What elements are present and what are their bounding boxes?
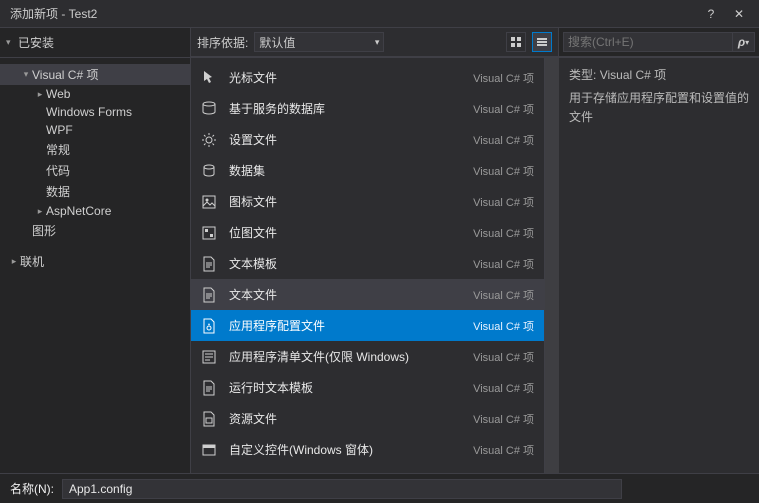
template-lang: Visual C# 项 xyxy=(473,411,534,427)
template-label: 运行时文本模板 xyxy=(229,379,473,396)
chevron-right-icon: ▸ xyxy=(34,89,46,100)
template-item[interactable]: 应用程序配置文件Visual C# 项 xyxy=(191,310,544,341)
template-lang: Visual C# 项 xyxy=(473,256,534,272)
description-text: 用于存储应用程序配置和设置值的文件 xyxy=(569,89,749,127)
tree-item-label: 图形 xyxy=(32,222,56,239)
template-item[interactable]: 文本模板Visual C# 项 xyxy=(191,248,544,279)
control-icon xyxy=(197,438,221,462)
template-list: 光标文件Visual C# 项基于服务的数据库Visual C# 项设置文件Vi… xyxy=(191,58,544,473)
gear-icon xyxy=(197,128,221,152)
tree-item[interactable]: ▾Visual C# 项 xyxy=(0,64,190,85)
bitmap-icon xyxy=(197,221,221,245)
online-node[interactable]: ▸ 联机 xyxy=(0,251,190,272)
tree-item[interactable]: 代码 xyxy=(0,160,190,181)
template-item[interactable]: 文本文件Visual C# 项 xyxy=(191,279,544,310)
template-lang: Visual C# 项 xyxy=(473,287,534,303)
tree-item-label: Windows Forms xyxy=(46,105,132,119)
sort-label: 排序依据: xyxy=(197,34,248,51)
search-button[interactable]: ρ▾ xyxy=(733,32,755,52)
template-lang: Visual C# 项 xyxy=(473,225,534,241)
template-label: 应用程序清单文件(仅限 Windows) xyxy=(229,348,473,365)
template-lang: Visual C# 项 xyxy=(473,163,534,179)
scrollbar[interactable] xyxy=(545,58,559,473)
tree-item[interactable]: ▸Web xyxy=(0,85,190,103)
template-item[interactable]: 光标文件Visual C# 项 xyxy=(191,62,544,93)
template-lang: Visual C# 项 xyxy=(473,101,534,117)
help-button[interactable]: ? xyxy=(697,4,725,24)
template-label: 文本文件 xyxy=(229,286,473,303)
category-tree: ▾Visual C# 项▸WebWindows FormsWPF常规代码数据▸A… xyxy=(0,58,190,473)
template-lang: Visual C# 项 xyxy=(473,194,534,210)
chevron-right-icon: ▸ xyxy=(8,256,20,267)
resource-icon xyxy=(197,407,221,431)
tree-item[interactable]: ▸AspNetCore xyxy=(0,202,190,220)
template-item[interactable]: 图标文件Visual C# 项 xyxy=(191,186,544,217)
type-label: 类型: xyxy=(569,68,596,82)
chevron-down-icon: ▾ xyxy=(6,37,18,48)
detail-panel: 类型: Visual C# 项 用于存储应用程序配置和设置值的文件 xyxy=(559,58,759,473)
view-grid-button[interactable] xyxy=(506,32,526,52)
chevron-right-icon: ▸ xyxy=(34,206,46,217)
sort-dropdown[interactable]: 默认值 ▾ xyxy=(254,32,384,52)
template-item[interactable]: 设置文件Visual C# 项 xyxy=(191,124,544,155)
doc-icon xyxy=(197,252,221,276)
template-label: 数据集 xyxy=(229,162,473,179)
window-title: 添加新项 - Test2 xyxy=(10,5,697,22)
template-label: 文本模板 xyxy=(229,255,473,272)
template-lang: Visual C# 项 xyxy=(473,380,534,396)
template-lang: Visual C# 项 xyxy=(473,318,534,334)
template-label: 资源文件 xyxy=(229,410,473,427)
tree-item-label: AspNetCore xyxy=(46,204,111,218)
tree-item-label: 代码 xyxy=(46,162,70,179)
template-label: 应用程序配置文件 xyxy=(229,317,473,334)
config-icon xyxy=(197,314,221,338)
template-lang: Visual C# 项 xyxy=(473,349,534,365)
tree-item[interactable]: WPF xyxy=(0,121,190,139)
template-lang: Visual C# 项 xyxy=(473,132,534,148)
search-icon: ρ xyxy=(738,35,745,49)
template-item[interactable]: 位图文件Visual C# 项 xyxy=(191,217,544,248)
template-lang: Visual C# 项 xyxy=(473,70,534,86)
template-item[interactable]: 运行时文本模板Visual C# 项 xyxy=(191,372,544,403)
db-icon xyxy=(197,97,221,121)
close-button[interactable]: ✕ xyxy=(725,4,753,24)
tree-item-label: Visual C# 项 xyxy=(32,66,98,83)
doc-icon xyxy=(197,283,221,307)
template-item[interactable]: 自定义控件(Windows 窗体)Visual C# 项 xyxy=(191,434,544,465)
name-label: 名称(N): xyxy=(10,480,54,497)
tree-item-label: WPF xyxy=(46,123,73,137)
tree-item[interactable]: 图形 xyxy=(0,220,190,241)
search-input[interactable] xyxy=(563,32,733,52)
template-label: 基于服务的数据库 xyxy=(229,100,473,117)
tree-item[interactable]: 常规 xyxy=(0,139,190,160)
view-list-button[interactable] xyxy=(532,32,552,52)
template-label: 自定义控件(Windows 窗体) xyxy=(229,441,473,458)
manifest-icon xyxy=(197,345,221,369)
type-value: Visual C# 项 xyxy=(600,68,666,82)
chevron-down-icon: ▾ xyxy=(375,37,380,48)
template-item[interactable]: 应用程序清单文件(仅限 Windows)Visual C# 项 xyxy=(191,341,544,372)
image-icon xyxy=(197,190,221,214)
template-label: 光标文件 xyxy=(229,69,473,86)
tree-item-label: 数据 xyxy=(46,183,70,200)
tree-item[interactable]: 数据 xyxy=(0,181,190,202)
doc-icon xyxy=(197,376,221,400)
chevron-down-icon: ▾ xyxy=(20,69,32,80)
cursor-icon xyxy=(197,66,221,90)
template-item[interactable]: 数据集Visual C# 项 xyxy=(191,155,544,186)
template-label: 设置文件 xyxy=(229,131,473,148)
installed-header[interactable]: ▾ 已安装 xyxy=(0,34,190,51)
tree-item-label: Web xyxy=(46,87,70,101)
template-item[interactable]: 资源文件Visual C# 项 xyxy=(191,403,544,434)
tree-item-label: 常规 xyxy=(46,141,70,158)
template-item[interactable]: 基于服务的数据库Visual C# 项 xyxy=(191,93,544,124)
template-label: 位图文件 xyxy=(229,224,473,241)
template-label: 图标文件 xyxy=(229,193,473,210)
tree-item[interactable]: Windows Forms xyxy=(0,103,190,121)
name-input[interactable] xyxy=(62,479,622,499)
template-lang: Visual C# 项 xyxy=(473,442,534,458)
dataset-icon xyxy=(197,159,221,183)
